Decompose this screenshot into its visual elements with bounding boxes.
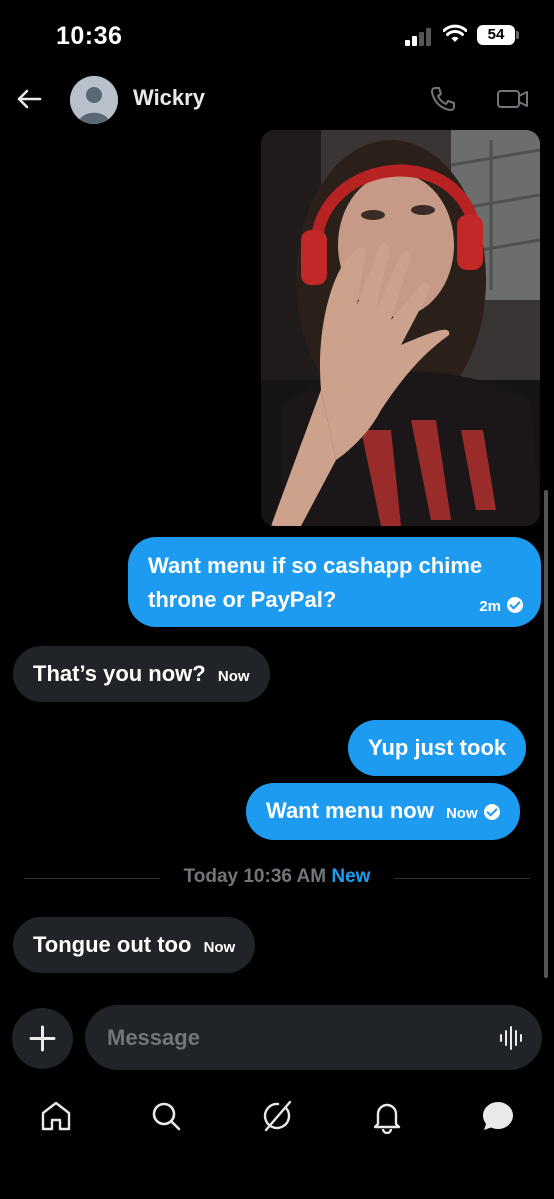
conversation-header: Wickry: [0, 72, 554, 128]
voice-message-icon[interactable]: [498, 1025, 524, 1051]
message-timestamp: Now: [217, 668, 250, 685]
divider-date: Today 10:36 AM: [183, 866, 327, 887]
battery-tip: [516, 31, 519, 39]
message-input[interactable]: [107, 1005, 477, 1070]
message-timestamp: Now: [203, 939, 236, 956]
bottom-navigation: [0, 1090, 554, 1140]
message-text: That’s you now?: [33, 661, 206, 686]
scrollbar[interactable]: [544, 490, 548, 978]
contact-name[interactable]: Wickry: [133, 85, 205, 111]
selfie-photo: [261, 130, 540, 526]
messages-icon[interactable]: [480, 1098, 516, 1134]
sent-message-bubble[interactable]: Want menu now Now: [246, 783, 520, 840]
notifications-icon[interactable]: [369, 1098, 405, 1134]
message-text: Want menu now: [266, 798, 434, 823]
home-icon[interactable]: [38, 1098, 74, 1134]
message-composer: [85, 1005, 542, 1070]
read-check-icon: [507, 597, 523, 613]
received-message-bubble[interactable]: Tongue out too Now: [13, 917, 256, 973]
status-time: 10:36: [56, 22, 123, 50]
grok-icon[interactable]: [258, 1098, 294, 1134]
new-messages-divider: Today 10:36 AM New: [0, 866, 554, 888]
message-timestamp: Now: [445, 805, 478, 822]
plus-icon: [29, 1025, 56, 1052]
message-text: Yup just took: [368, 735, 507, 760]
battery-indicator: 54: [477, 25, 515, 45]
sent-message-bubble[interactable]: Want menu if so cashapp chime throne or …: [128, 537, 541, 627]
received-message-bubble[interactable]: That’s you now? Now: [13, 646, 270, 702]
photo-message[interactable]: [261, 130, 540, 526]
signal-icon: [405, 28, 433, 46]
phone-call-icon[interactable]: [428, 84, 458, 114]
message-timestamp: 2m: [479, 598, 501, 615]
add-attachment-button[interactable]: [12, 1008, 73, 1069]
sent-message-bubble[interactable]: Yup just took: [348, 720, 527, 776]
new-badge: New: [331, 866, 371, 887]
video-call-icon[interactable]: [496, 84, 530, 114]
message-meta: 2m: [473, 594, 523, 617]
status-bar: 10:36 54: [0, 0, 554, 72]
message-text: Tongue out too: [33, 932, 192, 957]
read-check-icon: [483, 804, 500, 820]
default-avatar-icon: [70, 76, 118, 124]
message-text: Want menu if so cashapp chime throne or …: [148, 553, 483, 612]
search-icon[interactable]: [148, 1098, 184, 1134]
wifi-icon: [443, 24, 467, 42]
avatar[interactable]: [70, 76, 118, 124]
back-arrow-icon[interactable]: [14, 84, 44, 114]
